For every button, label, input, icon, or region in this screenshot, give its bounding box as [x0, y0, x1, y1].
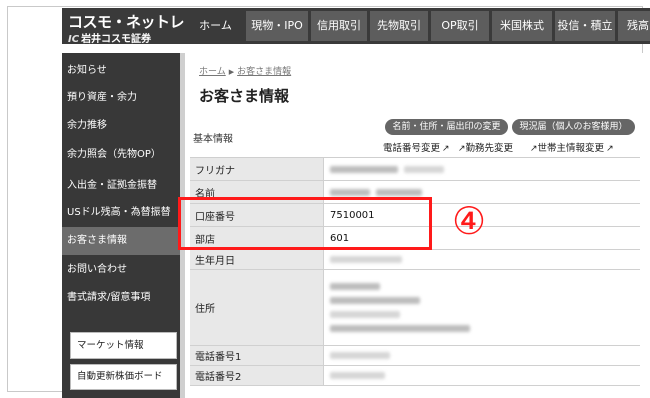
row-value-redacted	[330, 366, 640, 385]
sidebar-item-contact[interactable]: お問い合わせ	[62, 256, 185, 284]
change-phone-label: 電話番号変更	[383, 143, 441, 154]
sidebar: お知らせ 預り資産・余力 余力推移 余力照会（先物OP） 入出金・証拠金振替 U…	[62, 53, 185, 398]
nav-tab-margin[interactable]: 信用取引	[311, 11, 367, 41]
market-info-button[interactable]: マーケット情報	[70, 332, 177, 359]
company-name: IC 岩井コスモ証券	[68, 30, 151, 45]
sidebar-item-capacity-futures[interactable]: 余力照会（先物OP）	[62, 141, 185, 169]
change-workplace-label: 勤務先変更	[465, 143, 514, 154]
external-link-icon: ↗	[530, 144, 538, 154]
page-title: お客さま情報	[199, 87, 290, 105]
row-label: 電話番号1	[190, 346, 324, 365]
sidebar-item-assets[interactable]: 預り資産・余力	[62, 84, 185, 112]
top-nav: ホーム 現物・IPO 信用取引 先物取引 OP取引 米国株式 投信・積立 残高	[185, 8, 650, 44]
change-phone-link[interactable]: 電話番号変更 ↗	[383, 140, 450, 154]
nav-tab-futures[interactable]: 先物取引	[370, 11, 428, 41]
section-label: 基本情報	[193, 134, 233, 145]
table-row: 電話番号2	[190, 366, 640, 386]
breadcrumb: ホーム ▶ お客さま情報	[199, 64, 291, 77]
change-household-link[interactable]: ↗世帯主情報変更 ↗	[528, 140, 614, 154]
sidebar-item-notices[interactable]: お知らせ	[62, 57, 185, 85]
breadcrumb-current[interactable]: お客さま情報	[237, 67, 291, 77]
step-number-badge: ④	[451, 199, 487, 243]
nav-tab-us-stocks[interactable]: 米国株式	[492, 11, 552, 41]
row-label: 住所	[190, 270, 324, 345]
sidebar-item-usd-balance[interactable]: USドル残高・為替振替	[62, 199, 185, 227]
sidebar-item-forms[interactable]: 書式請求/留意事項	[62, 284, 185, 312]
row-label: 電話番号2	[190, 366, 324, 385]
stock-board-button[interactable]: 自動更新株価ボード	[70, 364, 177, 390]
nav-tab-balance[interactable]: 残高	[618, 11, 650, 41]
sidebar-item-customer-info[interactable]: お客さま情報	[62, 227, 185, 255]
table-row: 生年月日	[190, 250, 640, 270]
change-household-label: 世帯主情報変更	[537, 143, 605, 154]
change-workplace-link[interactable]: ↗勤務先変更	[456, 140, 513, 154]
sidebar-item-deposit-transfer[interactable]: 入出金・証拠金振替	[62, 172, 185, 200]
breadcrumb-home[interactable]: ホーム	[199, 67, 226, 77]
brand-name: コスモ・ネットレ	[68, 13, 185, 31]
company-mark: IC	[68, 34, 80, 45]
brand-logo[interactable]: コスモ・ネットレ IC 岩井コスモ証券	[62, 8, 185, 45]
external-link-icon: ↗	[458, 144, 466, 154]
nav-tab-home[interactable]: ホーム	[188, 11, 243, 41]
company-label: 岩井コスモ証券	[81, 34, 152, 45]
sidebar-item-capacity-history[interactable]: 余力推移	[62, 112, 185, 140]
nav-tab-funds[interactable]: 投信・積立	[555, 11, 615, 41]
nav-tab-options[interactable]: OP取引	[431, 11, 489, 41]
status-report-button[interactable]: 現況届（個人のお客様用）	[512, 119, 635, 135]
external-link-icon: ↗	[442, 144, 450, 154]
nav-tab-spot-ipo[interactable]: 現物・IPO	[246, 11, 308, 41]
row-value-redacted	[330, 250, 640, 269]
external-link-icon: ↗	[606, 144, 614, 154]
table-row: 住所	[190, 270, 640, 346]
row-label: フリガナ	[190, 158, 324, 180]
breadcrumb-arrow-icon: ▶	[228, 68, 235, 76]
row-value-redacted	[330, 158, 640, 180]
highlight-box	[178, 197, 432, 250]
customer-info-table: フリガナ 名前 口座番号 7510001 部店 601 生年月日 住所 電話番号…	[190, 157, 640, 386]
table-row: フリガナ	[190, 158, 640, 181]
row-value-redacted	[330, 346, 640, 365]
table-row: 電話番号1	[190, 346, 640, 366]
row-value-redacted	[330, 270, 640, 345]
row-label: 生年月日	[190, 250, 324, 269]
change-name-address-button[interactable]: 名前・住所・届出印の変更	[385, 119, 508, 135]
